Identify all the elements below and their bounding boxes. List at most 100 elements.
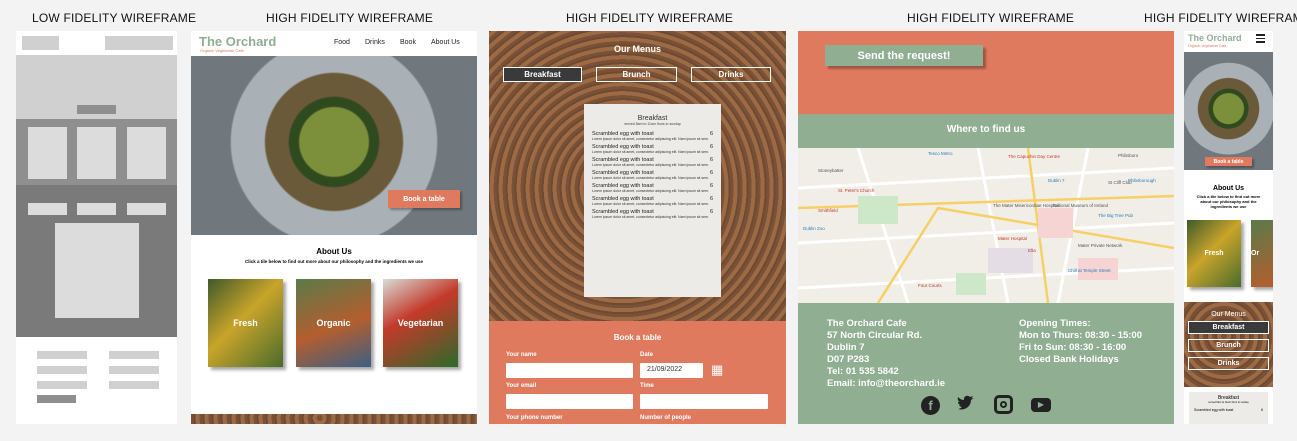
mobile-tile-organic[interactable]: Or [1251,220,1273,287]
menu-item-price: 6 [709,196,713,202]
lf-tab [77,203,116,215]
label-people: Number of people [640,415,692,421]
tab-breakfast[interactable]: Breakfast [503,67,582,82]
mobile-tagline: Organic Vegetarian Cafe [1188,44,1227,48]
nav-about[interactable]: About Us [431,39,460,46]
mobile-tab-brunch[interactable]: Brunch [1188,339,1269,352]
youtube-icon[interactable]: ▶ [1031,398,1051,412]
menu-item-desc: Lorem ipsum dolor sit amet, consectetur … [592,150,709,154]
mobile-book-button[interactable]: Book a table [1205,157,1252,166]
menu-item-desc: Lorem ipsum dolor sit amet, consectetur … [592,163,709,167]
map[interactable]: Tesco Metro The Capuchin Day Centre Stoney… [798,147,1174,304]
label-phone: Your phone number [506,415,563,421]
menu-item-price: 6 [709,144,713,150]
mobile-menu-item: Scrambled egg with toast 6 [1189,404,1268,412]
menu-item: Scrambled egg with toast 6 Lorem ipsum dol… [592,209,713,219]
hours-block: Opening Times: Mon to Thurs: 08:30 - 15:… [1019,318,1142,366]
about-text: Click a tile below to find out more abou… [244,259,423,264]
menu-item-price: 6 [709,170,713,176]
tile-fresh[interactable]: Fresh [208,279,283,367]
menu-item-price: 6 [709,131,713,137]
input-time[interactable] [640,394,768,409]
map-label: Tesco Metro [928,151,953,156]
label-high-fi-3: HIGH FIDELITY WIREFRAME [907,11,1075,25]
form-bottom-section [798,31,1174,114]
menu-item: Scrambled egg with toast 6 Lorem ipsum dol… [592,157,713,167]
map-label: Dublin 7 [1048,178,1065,183]
instagram-icon[interactable] [994,395,1013,414]
label-your-email: Your email [506,383,537,389]
menu-item-price: 6 [709,157,713,163]
address-line: Dublin 7 [827,342,865,353]
label-low-fi: LOW FIDELITY WIREFRAME [32,11,197,25]
map-roads [798,147,1174,304]
calendar-icon[interactable]: ▦ [711,362,723,378]
address-block: The Orchard Cafe 57 North Circular Rd. D… [827,318,945,390]
menu-item-price: 6 [709,183,713,189]
nav-drinks[interactable]: Drinks [365,39,385,46]
menu-item-desc: Lorem ipsum dolor sit amet, consectetur … [592,189,709,193]
label-time: Time [640,383,654,389]
email-line[interactable]: Email: info@theorchard.ie [827,378,945,390]
map-label: St Cliff Club [1108,180,1132,185]
nav-food[interactable]: Food [334,39,350,46]
mobile-item-price: 6 [1261,408,1263,412]
where-title: Where to find us [946,124,1026,135]
lf-logo-box [22,36,59,50]
tab-drinks[interactable]: Drinks [691,67,771,82]
map-label: Elta [1028,248,1036,253]
contact-page: Send the request! Where to find us Tesco… [798,31,1174,424]
tab-brunch[interactable]: Brunch [596,67,677,82]
about-title: About Us [316,247,352,256]
menu-card: Breakfast served 8am to 11am thurs to su… [584,104,721,297]
map-label: Chill at Temple Street [1068,268,1111,273]
map-label: Mater Private Network [1078,243,1123,248]
booking-title: Book a table [613,333,662,342]
mobile-tab-drinks[interactable]: Drinks [1188,357,1269,370]
lf-field [37,351,87,359]
facebook-icon[interactable]: f [921,396,940,415]
menu-item: Scrambled egg with toast 6 Lorem ipsum dol… [592,183,713,193]
mobile-page: The Orchard Organic Vegetarian Cafe Book… [1184,31,1273,424]
mobile-menu-title: Our Menus [1211,311,1246,318]
tile-organic[interactable]: Organic [296,279,371,367]
phone-line[interactable]: Tel: 01 535 5842 [827,366,945,378]
mobile-about-title: About Us [1212,185,1245,192]
map-label: Mater Hospital [998,236,1028,241]
nav-book[interactable]: Book [400,39,416,46]
menu-page: Our Menus Breakfast Brunch Drinks Breakf… [489,31,786,424]
mobile-menu-card: Breakfast served 8am to 11am thurs to su… [1189,392,1268,424]
map-label: Four Courts [918,283,942,288]
input-your-name[interactable] [506,363,633,378]
input-your-email[interactable] [506,394,633,409]
map-label: The Capuchin Day Centre [1008,154,1061,159]
brand-logo[interactable]: The Orchard [199,34,276,49]
map-label: The Big Tree Pub [1098,213,1134,218]
send-request-button[interactable]: Send the request! [825,45,983,66]
mobile-brand[interactable]: The Orchard [1188,33,1242,43]
mobile-item-name: Scrambled egg with toast [1194,408,1234,412]
book-table-button[interactable]: Book a table [388,190,460,208]
map-label: Dublin Zoo [803,226,825,231]
lf-card [55,223,139,318]
hamburger-menu-icon[interactable] [1256,34,1265,43]
twitter-icon[interactable] [956,394,976,414]
lf-tab [127,203,166,215]
tile-vegetarian[interactable]: Vegetarian [383,279,458,367]
map-label: Smithfield [818,208,838,213]
mobile-menu-section: Our Menus Breakfast Brunch Drinks [1184,302,1273,387]
menu-item-desc: Lorem ipsum dolor sit amet, consectetur … [592,215,709,219]
mobile-tile-fresh[interactable]: Fresh [1187,220,1241,287]
hero-image [191,56,477,235]
mobile-tab-breakfast[interactable]: Breakfast [1188,321,1269,334]
menu-item-desc: Lorem ipsum dolor sit amet, consectetur … [592,137,709,141]
menu-section-peek [191,414,477,424]
map-label: Stoneybatter [818,168,844,173]
menu-item: Scrambled egg with toast 6 Lorem ipsum dol… [592,144,713,154]
menu-item-desc: Lorem ipsum dolor sit amet, consectetur … [592,202,709,206]
input-date[interactable]: 21/09/2022 [640,363,703,378]
hours-title: Opening Times: [1019,318,1091,329]
label-high-fi-2: HIGH FIDELITY WIREFRAME [566,11,734,25]
address-line: The Orchard Cafe [827,318,907,329]
home-page: The Orchard Organic Vegetarian Cafe Food… [191,31,477,424]
